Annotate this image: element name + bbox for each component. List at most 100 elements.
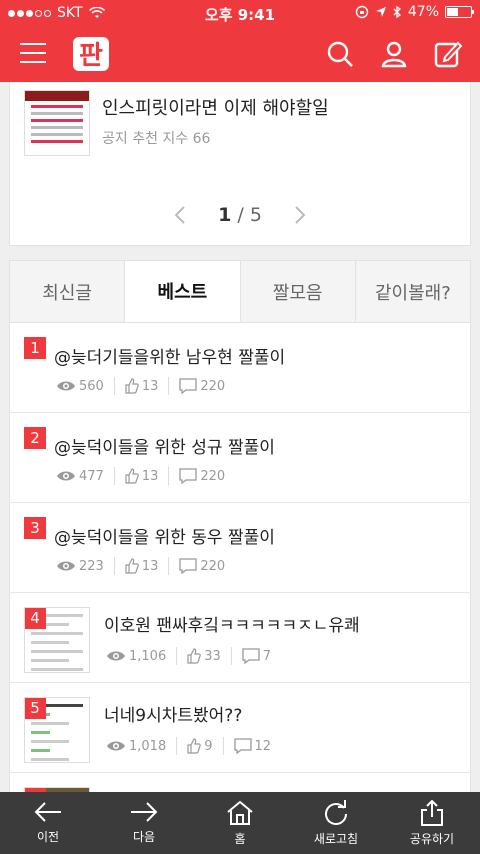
comment-icon [179, 378, 198, 394]
prev-page-button[interactable] [165, 200, 195, 230]
refresh-label: 새로고침 [313, 832, 359, 846]
like-count: 33 [204, 648, 221, 664]
page-indicator: 1 / 5 [195, 204, 285, 226]
eye-icon [57, 471, 75, 481]
post-thumbnail[interactable]: 4 [24, 607, 90, 673]
post-title[interactable]: @늦더기들을위한 남우현 짤풀이 [54, 343, 285, 368]
rank-badge: 5 [25, 698, 46, 719]
arrow-left-icon [34, 802, 61, 822]
comment-count: 220 [200, 558, 226, 574]
back-button[interactable]: 이전 [0, 792, 96, 854]
refresh-icon [325, 800, 347, 825]
search-icon[interactable] [326, 40, 354, 68]
battery-icon [445, 6, 474, 18]
svg-text:판: 판 [79, 41, 103, 71]
post-stats: 560 13 220 [56, 377, 245, 395]
user-icon[interactable] [380, 40, 408, 68]
post-title[interactable]: @늦덕이들을 위한 성규 짤풀이 [54, 433, 275, 458]
rank-badge: 2 [24, 427, 46, 449]
view-count: 1,106 [129, 648, 167, 664]
notice-title[interactable]: 인스피릿이라면 이제 해야할일 [102, 94, 329, 120]
back-label: 이전 [36, 830, 60, 844]
thumbs-up-icon [125, 468, 139, 484]
browser-toolbar: 이전 다음 홈 새로고침 공유하기 [0, 792, 480, 854]
post-stats: 223 13 220 [56, 557, 245, 575]
notice-thumbnail[interactable] [24, 90, 90, 156]
forward-label: 다음 [132, 830, 156, 844]
thumbs-up-icon [125, 558, 139, 574]
post-row[interactable]: 3 @늦덕이들을 위한 동우 짤풀이 223 13 220 [10, 503, 470, 593]
post-stats: 1,018 9 12 [106, 737, 291, 755]
home-icon [227, 800, 253, 825]
post-title[interactable]: 이호원 팬싸후깈ㅋㅋㅋㅋㅋㅈㄴ유쾌 [104, 611, 360, 636]
category-tabs: 최신글 베스트 짤모음 같이볼래? [10, 261, 470, 323]
refresh-button[interactable]: 새로고침 [288, 792, 384, 854]
eye-icon [107, 651, 125, 661]
tab-photos[interactable]: 짤모음 [240, 261, 356, 322]
comment-count: 220 [200, 468, 226, 484]
notice-card: 인스피릿이라면 이제 해야할일 공지 추천 지수 66 1 / 5 [9, 82, 471, 246]
view-count: 223 [79, 558, 104, 574]
thumbs-up-icon [125, 378, 139, 394]
app-header: 판 [0, 26, 480, 82]
like-count: 13 [141, 468, 159, 484]
like-count: 13 [141, 558, 159, 574]
comment-icon [233, 738, 252, 754]
tab-latest[interactable]: 최신글 [10, 261, 126, 322]
post-row[interactable]: 5 너네9시차트봤어?? 1,018 9 12 [10, 683, 470, 773]
post-list-card: 최신글 베스트 짤모음 같이볼래? 1 @늦더기들을위한 남우현 짤풀이 560… [9, 260, 471, 854]
comment-count: 7 [262, 648, 272, 664]
comment-count: 220 [200, 378, 226, 394]
view-count: 560 [79, 378, 104, 394]
battery-percent: 47% [407, 4, 439, 20]
thumbs-up-icon [187, 648, 202, 664]
like-count: 9 [204, 738, 213, 754]
home-label: 홈 [234, 832, 246, 846]
forward-button[interactable]: 다음 [96, 792, 192, 854]
share-icon [421, 800, 443, 826]
rank-badge: 1 [24, 337, 46, 359]
eye-icon [57, 381, 75, 391]
post-row[interactable]: 4 이호원 팬싸후깈ㅋㅋㅋㅋㅋㅈㄴ유쾌 1,106 33 7 [10, 593, 470, 683]
pagination: 1 / 5 [10, 200, 470, 230]
view-count: 1,018 [129, 738, 167, 754]
post-stats: 477 13 220 [56, 467, 245, 485]
rank-badge: 4 [25, 608, 46, 629]
post-row[interactable]: 2 @늦덕이들을 위한 성규 짤풀이 477 13 220 [10, 413, 470, 503]
tab-best[interactable]: 베스트 [125, 261, 241, 322]
comment-icon [179, 468, 198, 484]
chevron-right-icon [295, 206, 306, 224]
share-button[interactable]: 공유하기 [384, 792, 480, 854]
post-title[interactable]: @늦덕이들을 위한 동우 짤풀이 [54, 523, 275, 548]
current-page: 1 [218, 204, 232, 226]
thumbs-up-icon [187, 738, 202, 754]
comment-icon [242, 648, 260, 664]
tab-watch-together[interactable]: 같이볼래? [355, 261, 470, 322]
page-separator: / [237, 204, 244, 226]
status-bar: SKT 오후 9:41 47% [0, 0, 480, 26]
home-button[interactable]: 홈 [192, 792, 288, 854]
total-pages: 5 [249, 204, 262, 226]
share-label: 공유하기 [409, 832, 455, 846]
bluetooth-icon [393, 5, 401, 19]
post-stats: 1,106 33 7 [106, 647, 291, 665]
eye-icon [107, 741, 125, 751]
notice-meta: 공지 추천 지수 66 [102, 131, 211, 147]
menu-icon[interactable] [20, 43, 46, 63]
post-row[interactable]: 1 @늦더기들을위한 남우현 짤풀이 560 13 220 [10, 323, 470, 413]
pann-logo[interactable]: 판 [72, 36, 110, 72]
next-page-button[interactable] [285, 200, 315, 230]
like-count: 13 [141, 378, 159, 394]
rotation-lock-icon [355, 5, 369, 19]
chevron-left-icon [174, 206, 185, 224]
comment-icon [179, 558, 198, 574]
post-thumbnail[interactable]: 5 [24, 697, 90, 763]
comment-count: 12 [254, 738, 272, 754]
location-icon [375, 7, 386, 17]
post-title[interactable]: 너네9시차트봤어?? [104, 701, 242, 726]
write-icon[interactable] [434, 40, 462, 68]
view-count: 477 [79, 468, 104, 484]
rank-badge: 3 [24, 517, 46, 539]
eye-icon [57, 561, 75, 571]
arrow-right-icon [131, 802, 158, 822]
